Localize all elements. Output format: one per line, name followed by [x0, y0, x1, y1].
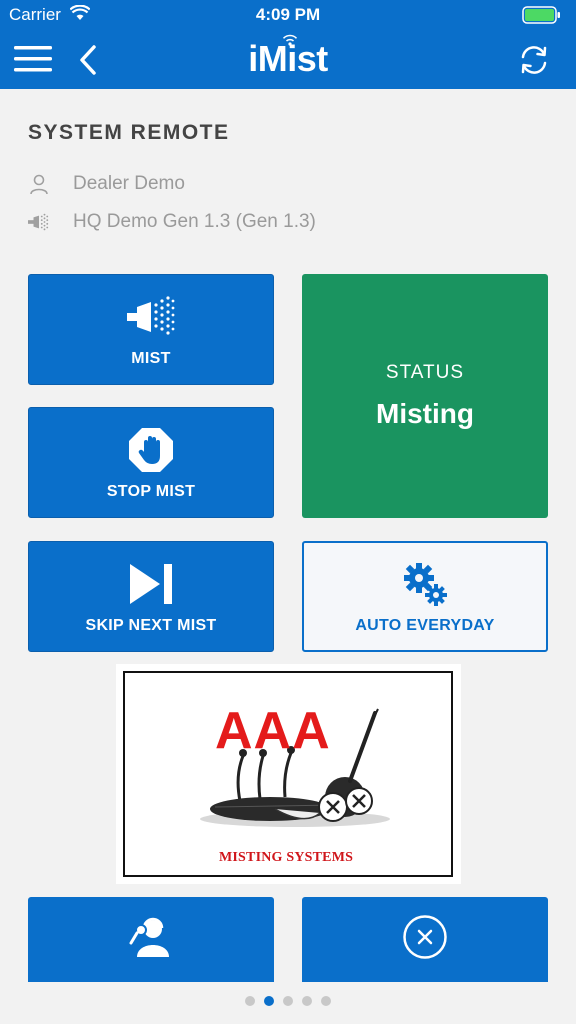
page-title: SYSTEM REMOTE — [28, 121, 230, 144]
refresh-icon[interactable] — [518, 44, 550, 76]
mist-button[interactable]: MIST — [28, 274, 274, 385]
device-row: HQ Demo Gen 1.3 (Gen 1.3) — [28, 210, 316, 234]
page-dot[interactable] — [264, 996, 274, 1006]
mist-nozzle-icon — [28, 211, 50, 233]
user-icon — [28, 173, 50, 195]
battery-icon — [522, 6, 562, 24]
status-panel: STATUS Misting — [302, 274, 548, 518]
navigation-bar: iMist — [0, 30, 576, 89]
app-logo-title: iMist — [248, 38, 328, 79]
device-name: HQ Demo Gen 1.3 (Gen 1.3) — [73, 211, 316, 232]
skip-next-mist-button-label: SKIP NEXT MIST — [85, 616, 217, 634]
support-agent-icon — [127, 917, 175, 962]
dealer-logo-frame: AAA MISTING SYSTEMS — [123, 671, 453, 877]
gears-icon — [402, 559, 448, 609]
skip-next-mist-button[interactable]: SKIP NEXT MIST — [28, 541, 274, 652]
stop-hand-icon — [127, 425, 175, 475]
page-dot[interactable] — [245, 996, 255, 1006]
support-button[interactable] — [28, 897, 274, 982]
status-bar: Carrier 4:09 PM — [0, 0, 576, 30]
cancel-button[interactable] — [302, 897, 548, 982]
page-dot[interactable] — [302, 996, 312, 1006]
dealer-name: Dealer Demo — [73, 173, 185, 194]
auto-everyday-button[interactable]: AUTO EVERYDAY — [302, 541, 548, 652]
stop-mist-button-label: STOP MIST — [106, 482, 196, 500]
status-label: STATUS — [385, 362, 465, 383]
clock: 4:09 PM — [255, 5, 321, 24]
auto-everyday-button-label: AUTO EVERYDAY — [355, 616, 495, 634]
dealer-logo: AAA MISTING SYSTEMS — [116, 664, 461, 884]
status-value: Misting — [376, 398, 474, 429]
stop-mist-button[interactable]: STOP MIST — [28, 407, 274, 518]
page-dot[interactable] — [321, 996, 331, 1006]
mist-button-label: MIST — [131, 349, 171, 367]
dealer-row: Dealer Demo — [28, 172, 185, 196]
close-circle-icon — [402, 914, 448, 965]
logo-brand-text: AAA — [215, 702, 331, 760]
logo-tagline: MISTING SYSTEMS — [219, 850, 354, 865]
skip-next-icon — [128, 559, 174, 609]
mist-nozzle-icon — [127, 292, 175, 342]
page-indicator — [0, 996, 576, 1006]
page-dot[interactable] — [283, 996, 293, 1006]
